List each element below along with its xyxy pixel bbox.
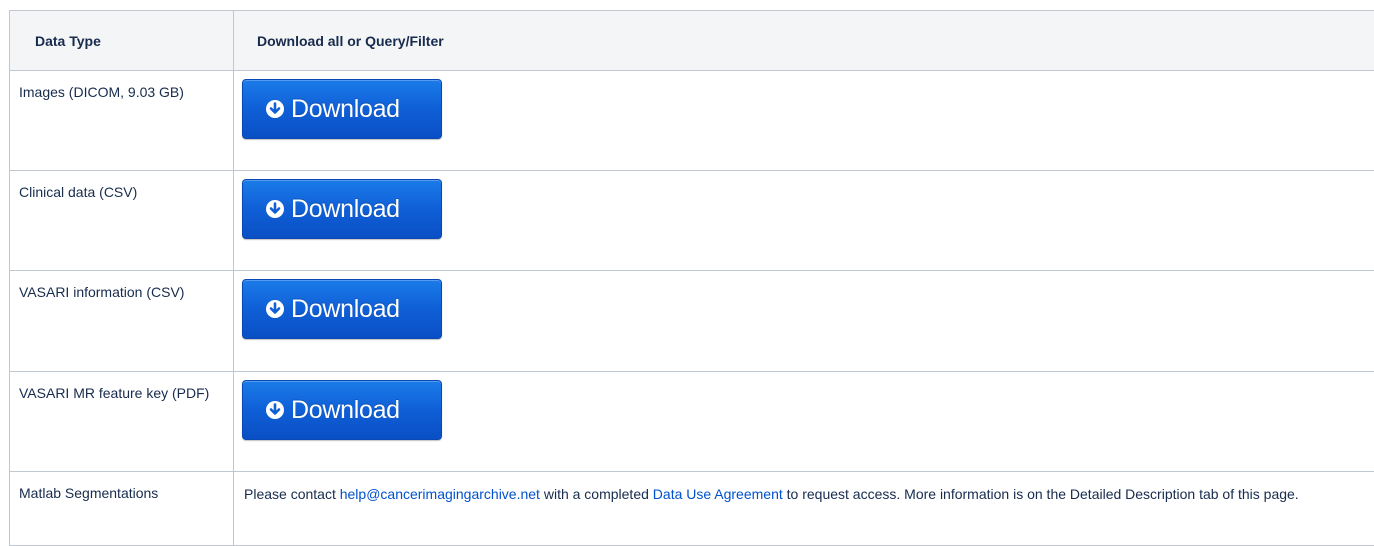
download-clinical-button[interactable]: Download	[242, 179, 442, 239]
circle-arrow-down-icon	[265, 299, 285, 319]
table-row: Clinical data (CSV) Download	[10, 171, 1374, 271]
header-download: Download all or Query/Filter	[234, 11, 1374, 71]
help-email-link[interactable]: help@cancerimagingarchive.net	[340, 486, 540, 502]
download-label: Download	[291, 195, 400, 224]
download-cell: Download	[234, 271, 1374, 372]
access-message: Please contact help@cancerimagingarchive…	[234, 472, 1374, 546]
data-type-cell: VASARI information (CSV)	[10, 271, 234, 372]
circle-arrow-down-icon	[265, 99, 285, 119]
data-type-cell: Matlab Segmentations	[10, 472, 234, 546]
download-cell: Download	[234, 71, 1374, 171]
download-label: Download	[291, 95, 400, 124]
data-access-table: Data Type Download all or Query/Filter I…	[9, 10, 1374, 546]
download-vasari-info-button[interactable]: Download	[242, 279, 442, 339]
table-row: Matlab Segmentations Please contact help…	[10, 472, 1374, 546]
data-type-cell: VASARI MR feature key (PDF)	[10, 372, 234, 472]
download-cell: Download	[234, 171, 1374, 271]
data-use-agreement-link[interactable]: Data Use Agreement	[653, 486, 783, 502]
message-text: to request access. More information is o…	[783, 486, 1299, 502]
download-cell: Download	[234, 372, 1374, 472]
data-type-cell: Images (DICOM, 9.03 GB)	[10, 71, 234, 171]
circle-arrow-down-icon	[265, 400, 285, 420]
download-label: Download	[291, 295, 400, 324]
message-text: Please contact	[244, 486, 340, 502]
data-type-cell: Clinical data (CSV)	[10, 171, 234, 271]
data-access-table-container: Data Type Download all or Query/Filter I…	[9, 10, 1374, 546]
table-row: VASARI information (CSV) Download	[10, 271, 1374, 372]
message-text: with a completed	[540, 486, 653, 502]
header-data-type: Data Type	[10, 11, 234, 71]
circle-arrow-down-icon	[265, 199, 285, 219]
download-images-button[interactable]: Download	[242, 79, 442, 139]
table-row: VASARI MR feature key (PDF) Download	[10, 372, 1374, 472]
table-row: Images (DICOM, 9.03 GB) Download	[10, 71, 1374, 171]
download-vasari-key-button[interactable]: Download	[242, 380, 442, 440]
table-header-row: Data Type Download all or Query/Filter	[10, 11, 1374, 71]
download-label: Download	[291, 396, 400, 425]
